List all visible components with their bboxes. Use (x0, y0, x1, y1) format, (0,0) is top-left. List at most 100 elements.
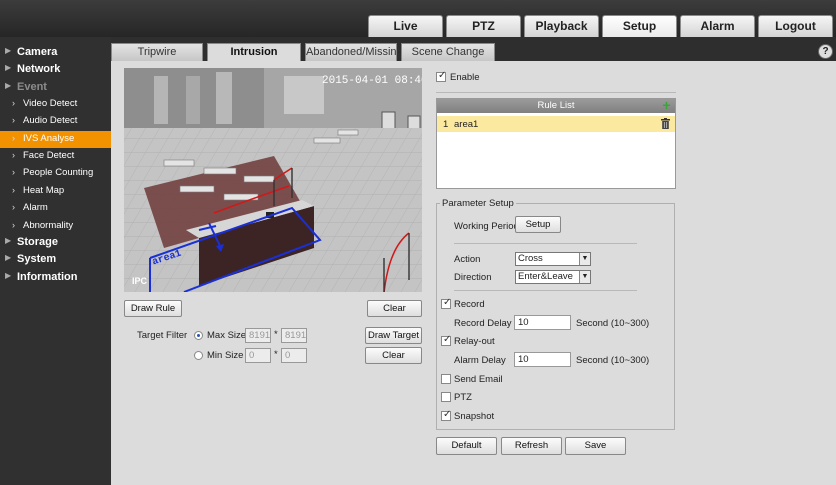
chevron-right-icon: › (12, 185, 15, 195)
expand-arrow-icon: ▶ (5, 253, 12, 262)
sidebar-item-label: Audio Detect (23, 115, 78, 126)
rule-list-panel: Rule List + 1 area1 (436, 98, 676, 189)
tab-setup[interactable]: Setup (602, 15, 677, 37)
video-corner-text: IPC (132, 276, 148, 286)
enable-label: Enable (450, 72, 480, 83)
chevron-right-icon: › (12, 150, 15, 160)
record-delay-input[interactable]: 10 (514, 315, 571, 330)
sidebar-item-alarm[interactable]: › Alarm (0, 200, 111, 217)
chevron-right-icon: › (12, 133, 15, 143)
relay-out-checkbox[interactable] (441, 334, 451, 346)
send-email-label: Send Email (454, 374, 503, 385)
tab-playback[interactable]: Playback (524, 15, 599, 37)
min-width-input[interactable]: 0 (245, 348, 271, 363)
direction-value: Enter&Leave (518, 271, 573, 282)
sidebar-item-network[interactable]: ▶ Network (0, 62, 111, 79)
refresh-button[interactable]: Refresh (501, 437, 562, 455)
sidebar-item-system[interactable]: ▶ System (0, 252, 111, 269)
record-delay-unit: Second (10~300) (576, 318, 650, 329)
record-label: Record (454, 299, 485, 310)
sidebar-item-label: Information (17, 271, 78, 283)
tab-scene-change[interactable]: Scene Change (401, 43, 495, 61)
tab-abandoned-missing[interactable]: Abandoned/Missing (305, 43, 403, 61)
alarm-delay-label: Alarm Delay (454, 355, 506, 366)
min-size-radio[interactable] (194, 351, 203, 360)
direction-label: Direction (454, 272, 492, 283)
target-filter-label: Target Filter (137, 330, 188, 341)
expand-arrow-icon: ▶ (5, 46, 12, 55)
rule-list-header: Rule List (437, 99, 675, 113)
chevron-right-icon: › (12, 220, 15, 230)
sidebar-item-information[interactable]: ▶ Information (0, 270, 111, 287)
rule-index: 1 (443, 119, 449, 130)
chevron-right-icon: › (12, 167, 15, 177)
max-size-label: Max Size (207, 330, 247, 341)
enable-checkbox[interactable] (436, 70, 446, 82)
sidebar-item-label: Face Detect (23, 150, 75, 161)
sidebar-item-people-counting[interactable]: › People Counting (0, 165, 111, 182)
sidebar-item-face-detect[interactable]: › Face Detect (0, 148, 111, 165)
max-size-radio[interactable] (194, 331, 203, 340)
action-select[interactable]: Cross ▼ (515, 252, 591, 266)
times-symbol: * (274, 329, 278, 340)
max-width-input[interactable]: 8191 (245, 328, 271, 343)
default-button[interactable]: Default (436, 437, 497, 455)
sidebar-item-label: Alarm (23, 202, 48, 213)
delete-trash-icon[interactable] (661, 118, 670, 129)
alarm-delay-input[interactable]: 10 (514, 352, 571, 367)
chevron-right-icon: › (12, 115, 15, 125)
rule-name: area1 (454, 119, 479, 130)
tab-live[interactable]: Live (368, 15, 443, 37)
rule-list-row[interactable]: 1 area1 (437, 116, 675, 132)
sidebar-item-heat-map[interactable]: › Heat Map (0, 183, 111, 200)
clear-rule-button[interactable]: Clear (367, 300, 422, 317)
clear-target-button[interactable]: Clear (365, 347, 422, 364)
tab-alarm[interactable]: Alarm (680, 15, 755, 37)
tab-ptz[interactable]: PTZ (446, 15, 521, 37)
chevron-right-icon: › (12, 202, 15, 212)
divider (454, 290, 637, 291)
sidebar-item-video-detect[interactable]: › Video Detect (0, 96, 111, 113)
working-period-setup-button[interactable]: Setup (515, 216, 561, 233)
divider (436, 92, 676, 93)
sub-tab-strip: Tripwire Intrusion Abandoned/Missing Sce… (111, 37, 836, 61)
min-height-input[interactable]: 0 (281, 348, 307, 363)
sidebar-item-label: Camera (17, 46, 58, 58)
sidebar-item-event[interactable]: ▶ Event (0, 80, 111, 97)
sidebar: ▶ Camera ▶ Network ▶ Event › Video Detec… (0, 37, 111, 485)
send-email-checkbox[interactable] (441, 374, 451, 384)
sidebar-item-storage[interactable]: ▶ Storage (0, 235, 111, 252)
help-icon[interactable]: ? (818, 44, 833, 59)
ptz-label: PTZ (454, 392, 472, 403)
working-period-label: Working Period (454, 221, 519, 232)
sidebar-item-camera[interactable]: ▶ Camera (0, 45, 111, 62)
ptz-checkbox[interactable] (441, 392, 451, 402)
tab-tripwire[interactable]: Tripwire (111, 43, 203, 61)
sidebar-item-label: IVS Analyse (23, 133, 75, 144)
max-height-input[interactable]: 8191 (281, 328, 307, 343)
sidebar-item-label: System (17, 253, 57, 265)
sidebar-item-ivs-analyse[interactable]: › IVS Analyse (0, 131, 111, 148)
sidebar-item-audio-detect[interactable]: › Audio Detect (0, 113, 111, 130)
expand-arrow-icon: ▶ (5, 81, 12, 90)
direction-select[interactable]: Enter&Leave ▼ (515, 270, 591, 284)
chevron-down-icon: ▼ (579, 271, 590, 283)
video-preview[interactable]: 2015-04-01 08:40:01 area1 IPC (124, 68, 422, 292)
top-navigation-bar: Live PTZ Playback Setup Alarm Logout (0, 0, 836, 37)
snapshot-checkbox[interactable] (441, 409, 451, 421)
sidebar-item-label: Heat Map (23, 185, 65, 196)
min-size-label: Min Size (207, 350, 244, 361)
draw-target-button[interactable]: Draw Target (365, 327, 422, 344)
record-delay-label: Record Delay (454, 318, 512, 329)
tab-intrusion[interactable]: Intrusion (207, 43, 301, 61)
tab-logout[interactable]: Logout (758, 15, 833, 37)
save-button[interactable]: Save (565, 437, 626, 455)
add-rule-icon[interactable]: + (661, 98, 672, 112)
relay-out-label: Relay-out (454, 336, 495, 347)
sidebar-item-abnormality[interactable]: › Abnormality (0, 218, 111, 235)
alarm-delay-unit: Second (10~300) (576, 355, 650, 366)
record-checkbox[interactable] (441, 297, 451, 309)
video-timestamp: 2015-04-01 08:40:01 (322, 75, 422, 87)
draw-rule-button[interactable]: Draw Rule (124, 300, 182, 317)
rule-list-title: Rule List (537, 100, 575, 111)
